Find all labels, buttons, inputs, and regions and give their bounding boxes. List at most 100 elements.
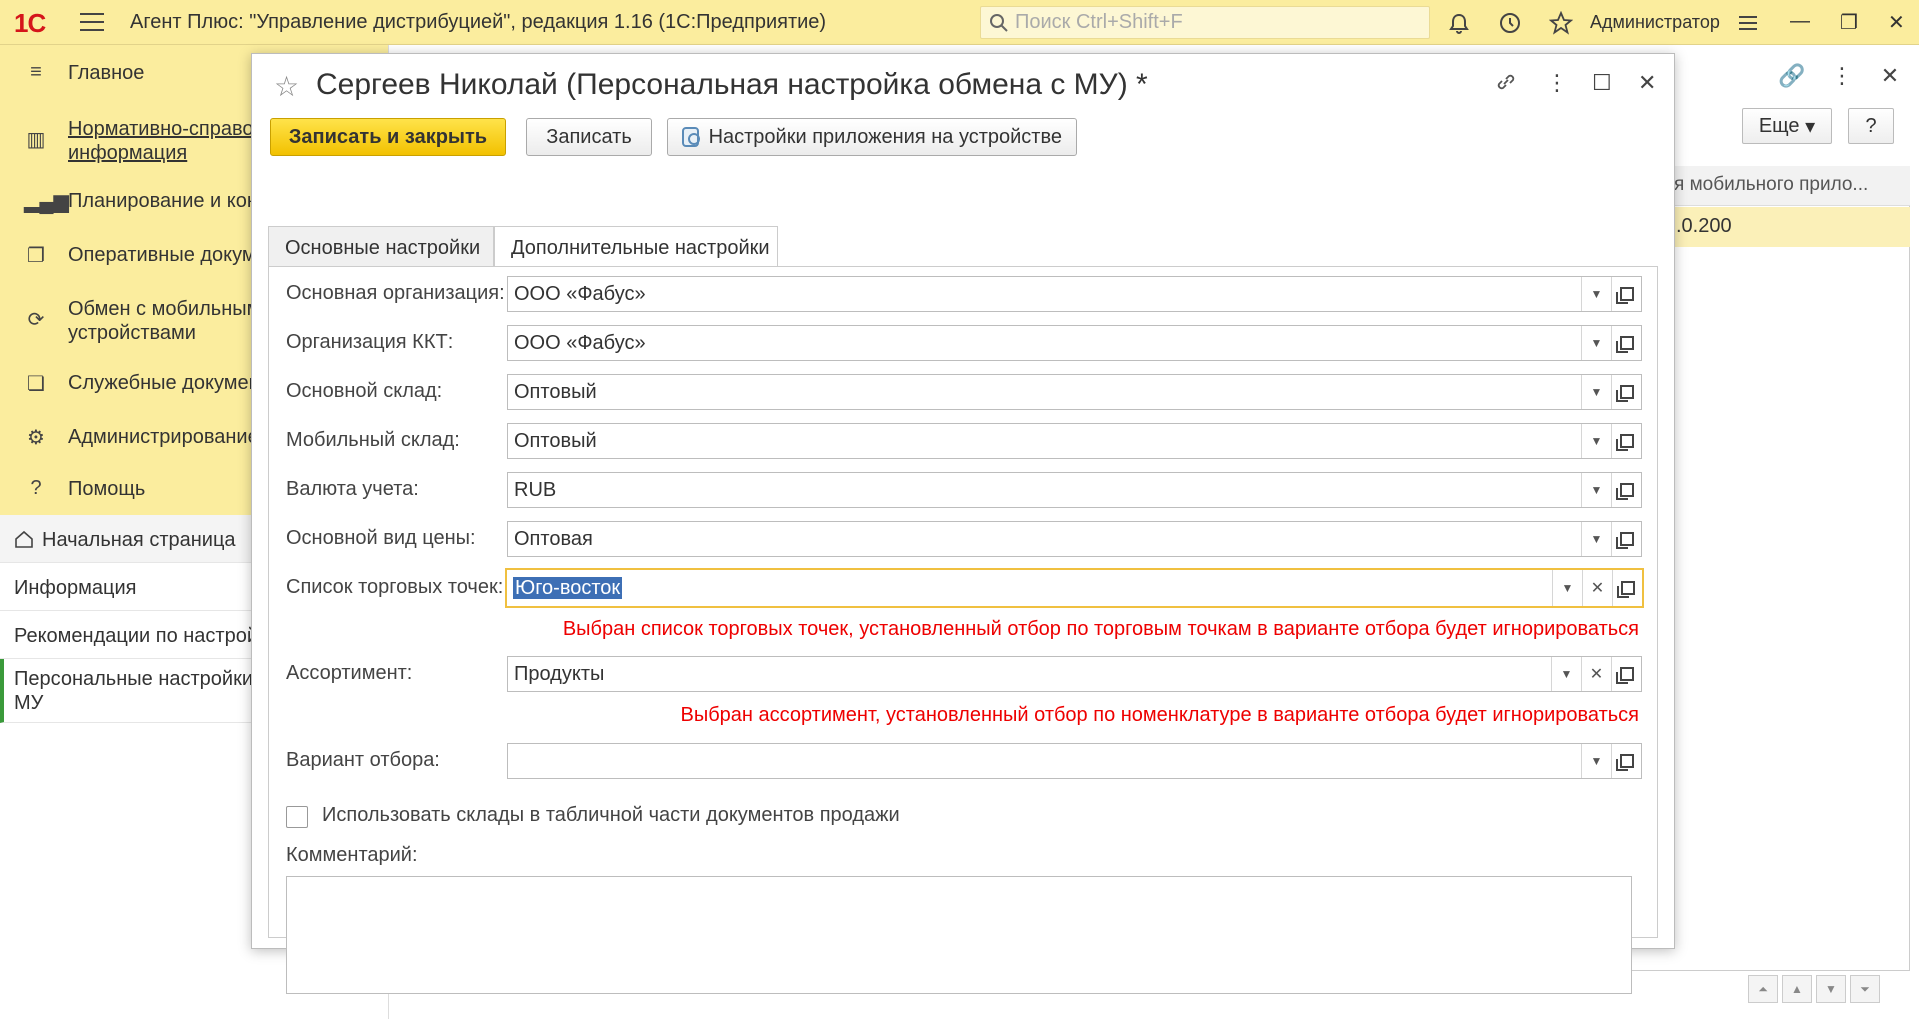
- open-window-label: МУ: [14, 692, 44, 714]
- catalog-icon: ▥: [26, 129, 46, 151]
- kkt-organization-field[interactable]: ООО «Фабус» ▼: [507, 325, 1642, 361]
- settings-menu-icon[interactable]: [1734, 9, 1762, 37]
- comment-label: Комментарий:: [286, 844, 418, 866]
- favorite-star-icon[interactable]: ☆: [274, 70, 299, 103]
- more-vert-icon[interactable]: ⋮: [1828, 62, 1856, 90]
- history-icon[interactable]: [1496, 9, 1524, 37]
- dropdown-icon[interactable]: ▼: [1581, 375, 1611, 409]
- sidebar-item-label: Планирование и кон: [68, 190, 258, 212]
- save-button[interactable]: Записать: [526, 118, 652, 156]
- more-button-label: Еще: [1758, 114, 1800, 137]
- menu-lines-icon: ≡: [30, 61, 42, 83]
- app-title: Агент Плюс: "Управление дистрибуцией", р…: [130, 11, 827, 33]
- settings-gear-icon: [682, 127, 700, 147]
- help-icon: ?: [30, 477, 42, 499]
- close-form-icon[interactable]: ✕: [1876, 62, 1904, 90]
- search-icon: [990, 13, 1008, 32]
- search-box[interactable]: [980, 6, 1430, 39]
- tab-additional-settings[interactable]: Дополнительные настройки: [494, 226, 778, 267]
- selected-text: Юго-восток: [513, 576, 623, 599]
- open-icon[interactable]: [1611, 522, 1641, 556]
- field-value: Оптовый: [514, 380, 597, 403]
- open-window-label: Рекомендации по настрой: [14, 625, 259, 647]
- column-header[interactable]: я мобильного прило...: [1670, 166, 1910, 206]
- field-value: RUB: [514, 478, 557, 501]
- link-icon[interactable]: 🔗: [1778, 62, 1806, 90]
- nav-last-icon[interactable]: ⏷: [1850, 975, 1880, 1003]
- help-button[interactable]: ?: [1848, 108, 1894, 144]
- tab-main-settings[interactable]: Основные настройки: [268, 226, 494, 266]
- price-type-field[interactable]: Оптовая ▼: [507, 521, 1642, 557]
- sidebar-item-label: Главное: [68, 62, 145, 84]
- dropdown-icon[interactable]: ▼: [1581, 522, 1611, 556]
- currency-field[interactable]: RUB ▼: [507, 472, 1642, 508]
- field-label: Основной вид цены:: [286, 527, 476, 549]
- dropdown-icon[interactable]: ▼: [1581, 473, 1611, 507]
- close-window-icon[interactable]: ✕: [1888, 10, 1905, 35]
- sidebar-item-label: Оперативные докум: [68, 244, 256, 266]
- dropdown-icon[interactable]: ▼: [1581, 424, 1611, 458]
- sidebar-item-label: Обмен с мобильным: [68, 298, 261, 320]
- save-close-button[interactable]: Записать и закрыть: [270, 118, 506, 156]
- nav-first-icon[interactable]: ⏶: [1748, 975, 1778, 1003]
- field-label: Ассортимент:: [286, 662, 413, 684]
- nav-up-icon[interactable]: ▲: [1782, 975, 1812, 1003]
- table-cell[interactable]: .0.200: [1670, 207, 1910, 247]
- field-value: Оптовый: [514, 429, 597, 452]
- clear-icon[interactable]: ✕: [1582, 570, 1612, 606]
- trade-points-list-field[interactable]: Юго-восток ▼ ✕: [505, 568, 1644, 608]
- user-name[interactable]: Администратор: [1590, 12, 1720, 33]
- open-icon[interactable]: [1611, 326, 1641, 360]
- link-icon[interactable]: [1494, 70, 1518, 100]
- documents-icon: ❐: [27, 245, 45, 267]
- open-icon[interactable]: [1611, 657, 1641, 691]
- open-icon[interactable]: [1612, 570, 1642, 606]
- dropdown-icon[interactable]: ▼: [1552, 570, 1582, 606]
- mobile-warehouse-field[interactable]: Оптовый ▼: [507, 423, 1642, 459]
- assortment-warning: Выбран ассортимент, установленный отбор …: [680, 704, 1640, 726]
- settings-dialog: ☆ Сергеев Николай (Персональная настройк…: [251, 53, 1675, 994]
- service-docs-icon: ❏: [27, 373, 45, 395]
- dropdown-icon[interactable]: ▼: [1581, 326, 1611, 360]
- field-label: Основная организация:: [286, 282, 505, 304]
- use-warehouses-checkbox[interactable]: [286, 806, 308, 828]
- field-label: Валюта учета:: [286, 478, 419, 500]
- minimize-icon[interactable]: —: [1790, 10, 1810, 33]
- clear-icon[interactable]: ✕: [1581, 657, 1611, 691]
- more-button[interactable]: Еще ▾: [1742, 108, 1832, 144]
- use-warehouses-label[interactable]: Использовать склады в табличной части до…: [322, 804, 900, 827]
- chart-icon: ▂▄▆: [24, 191, 69, 213]
- open-window-label: Персональные настройки: [14, 668, 253, 690]
- nav-down-icon[interactable]: ▼: [1816, 975, 1846, 1003]
- dropdown-icon[interactable]: ▼: [1581, 277, 1611, 311]
- restore-icon[interactable]: ❐: [1840, 10, 1858, 35]
- field-label: Вариант отбора:: [286, 749, 440, 771]
- main-warehouse-field[interactable]: Оптовый ▼: [507, 374, 1642, 410]
- open-icon[interactable]: [1611, 744, 1641, 778]
- sync-icon: ⟳: [27, 309, 45, 331]
- more-vert-icon[interactable]: ⋮: [1546, 70, 1568, 96]
- sidebar-item-label: Служебные докумен: [68, 372, 260, 394]
- main-menu-icon[interactable]: [80, 13, 104, 31]
- open-icon[interactable]: [1611, 375, 1641, 409]
- maximize-icon[interactable]: ☐: [1592, 70, 1612, 96]
- device-settings-label: Настройки приложения на устройстве: [708, 125, 1062, 148]
- search-input[interactable]: [1013, 10, 1413, 35]
- gear-icon: ⚙: [27, 427, 45, 449]
- comment-input[interactable]: [286, 876, 1632, 994]
- favorites-star-icon[interactable]: [1547, 9, 1575, 37]
- open-icon[interactable]: [1611, 473, 1641, 507]
- bell-icon[interactable]: [1445, 9, 1473, 37]
- dropdown-icon[interactable]: ▼: [1581, 744, 1611, 778]
- app-logo: 1С: [14, 8, 46, 38]
- main-organization-field[interactable]: ООО «Фабус» ▼: [507, 276, 1642, 312]
- filter-variant-field[interactable]: ▼: [507, 743, 1642, 779]
- device-settings-button[interactable]: Настройки приложения на устройстве: [667, 118, 1077, 156]
- open-icon[interactable]: [1611, 277, 1641, 311]
- field-value: Юго-восток: [507, 576, 1552, 600]
- assortment-field[interactable]: Продукты ▼ ✕: [507, 656, 1642, 692]
- close-icon[interactable]: ✕: [1638, 70, 1656, 96]
- dropdown-icon[interactable]: ▼: [1551, 657, 1581, 691]
- field-label: Список торговых точек:: [286, 576, 504, 598]
- open-icon[interactable]: [1611, 424, 1641, 458]
